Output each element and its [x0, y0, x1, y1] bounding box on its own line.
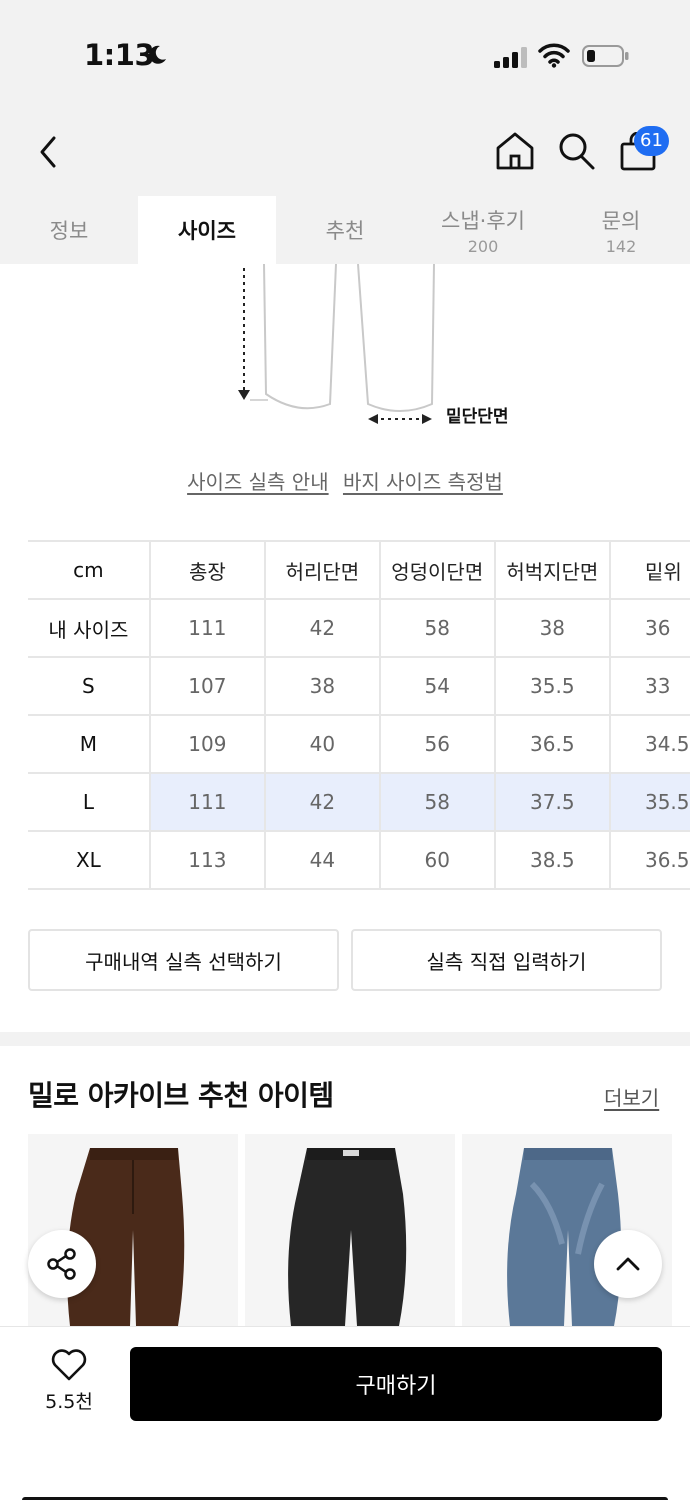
row-label: S [28, 657, 151, 716]
buy-button[interactable]: 구매하기 [130, 1347, 662, 1421]
denim-pants-image [507, 1148, 622, 1326]
actual-size-guide-link[interactable]: 사이즈 실측 안내 [187, 470, 329, 494]
table-row: M 109 40 56 36.5 34.5 [28, 715, 690, 774]
table-cell: 35.5 [609, 773, 690, 832]
size-table: cm 총장 허리단면 엉덩이단면 허벅지단면 밑위 내 사이즈 111 42 5… [28, 540, 690, 890]
tab-inquiry[interactable]: 문의 142 [552, 196, 690, 264]
hem-width-label: 밑단단면 [446, 407, 509, 427]
table-cell: 33 [609, 657, 690, 716]
table-cell: 36.5 [494, 715, 611, 774]
share-icon [47, 1248, 76, 1280]
cellular-signal-icon [494, 47, 527, 68]
tab-count: 142 [605, 236, 637, 256]
tab-snap-review[interactable]: 스냅·후기 200 [414, 196, 552, 264]
select-from-purchases-button[interactable]: 구매내역 실측 선택하기 [28, 929, 339, 991]
table-cell: 56 [379, 715, 496, 774]
home-icon[interactable] [494, 130, 536, 172]
table-cell: 35.5 [494, 657, 611, 716]
tab-size[interactable]: 사이즈 [138, 196, 276, 264]
column-header: 총장 [149, 540, 266, 600]
table-cell: 38 [264, 657, 381, 716]
table-row-selected: L 111 42 58 37.5 35.5 [28, 773, 690, 832]
tab-label: 문의 [601, 208, 641, 233]
table-cell: 60 [379, 831, 496, 890]
table-row: 내 사이즈 111 42 58 38 36 [28, 599, 690, 658]
row-label: XL [28, 831, 151, 890]
tab-label: 스냅·후기 [441, 208, 525, 233]
table-row: S 107 38 54 35.5 33 [28, 657, 690, 716]
cart-count-badge: 61 [634, 126, 669, 156]
table-cell: 58 [379, 773, 496, 832]
table-cell: 42 [264, 599, 381, 658]
unit-header: cm [28, 540, 151, 600]
table-cell: 38.5 [494, 831, 611, 890]
table-cell: 34.5 [609, 715, 690, 774]
moon-icon [149, 45, 166, 64]
table-cell: 111 [149, 599, 266, 658]
tab-label: 사이즈 [178, 219, 236, 243]
enter-measurement-button[interactable]: 실측 직접 입력하기 [351, 929, 662, 991]
section-divider [0, 1032, 690, 1046]
table-cell: 113 [149, 831, 266, 890]
table-cell: 54 [379, 657, 496, 716]
app-header: 61 [0, 110, 690, 196]
table-cell: 111 [149, 773, 266, 832]
search-icon[interactable] [556, 130, 596, 172]
scroll-to-top-button[interactable] [594, 1230, 662, 1298]
tab-count: 200 [467, 236, 499, 256]
table-cell: 42 [264, 773, 381, 832]
share-button[interactable] [28, 1230, 96, 1298]
recommend-title: 밀로 아카이브 추천 아이템 [28, 1079, 334, 1112]
battery-icon [582, 45, 629, 67]
column-header: 허리단면 [264, 540, 381, 600]
pants-measurement-diagram [238, 264, 435, 424]
status-time: 1:13 [84, 38, 155, 72]
table-cell: 36 [609, 599, 690, 658]
chevron-up-icon [616, 1257, 640, 1271]
table-cell: 107 [149, 657, 266, 716]
back-arrow-icon[interactable] [34, 132, 64, 172]
product-card[interactable] [462, 1134, 672, 1326]
size-guide-links: 사이즈 실측 안내 바지 사이즈 측정법 [0, 466, 690, 495]
column-header: 허벅지단면 [494, 540, 611, 600]
wifi-icon [538, 43, 570, 68]
tab-recommend[interactable]: 추천 [276, 196, 414, 264]
like-button[interactable]: 5.5천 [40, 1349, 98, 1414]
table-header-row: cm 총장 허리단면 엉덩이단면 허벅지단면 밑위 [28, 540, 690, 600]
row-label: L [28, 773, 151, 832]
recommend-more-link[interactable]: 더보기 [604, 1082, 659, 1111]
bottom-purchase-bar: 5.5천 구매하기 [0, 1326, 690, 1500]
column-header: 밑위 [609, 540, 690, 600]
pants-measure-guide-link[interactable]: 바지 사이즈 측정법 [343, 470, 503, 494]
heart-icon [51, 1349, 87, 1381]
like-count: 5.5천 [45, 1391, 93, 1413]
table-cell: 37.5 [494, 773, 611, 832]
black-pants-image [288, 1148, 407, 1326]
tab-label: 추천 [325, 219, 365, 243]
column-header: 엉덩이단면 [379, 540, 496, 600]
table-cell: 44 [264, 831, 381, 890]
tab-info[interactable]: 정보 [0, 196, 138, 264]
measurement-actions: 구매내역 실측 선택하기 실측 직접 입력하기 [28, 929, 662, 991]
row-label: M [28, 715, 151, 774]
row-label: 내 사이즈 [28, 599, 151, 658]
product-tabs: 정보 사이즈 추천 스냅·후기 200 문의 142 [0, 196, 690, 264]
table-cell: 36.5 [609, 831, 690, 890]
product-card[interactable] [245, 1134, 455, 1326]
table-cell: 109 [149, 715, 266, 774]
table-row: XL 113 44 60 38.5 36.5 [28, 831, 690, 890]
tab-label: 정보 [49, 219, 89, 243]
table-cell: 58 [379, 599, 496, 658]
table-cell: 38 [494, 599, 611, 658]
recommend-product-list [28, 1134, 690, 1326]
table-cell: 40 [264, 715, 381, 774]
status-bar: 1:13 [0, 0, 690, 110]
